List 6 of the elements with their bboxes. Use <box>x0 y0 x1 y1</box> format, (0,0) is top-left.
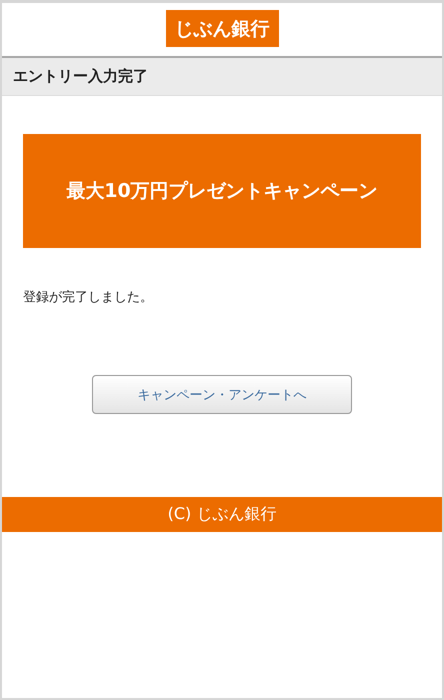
page-title: エントリー入力完了 <box>13 67 148 86</box>
status-message: 登録が完了しました。 <box>23 289 154 306</box>
logo[interactable]: じぶん銀行 <box>166 10 278 47</box>
campaign-banner[interactable]: 最大10万円プレゼントキャンペーン <box>23 134 421 248</box>
copyright-text: (C) じぶん銀行 <box>168 504 276 525</box>
survey-button[interactable]: キャンペーン・アンケートへ <box>92 375 352 414</box>
